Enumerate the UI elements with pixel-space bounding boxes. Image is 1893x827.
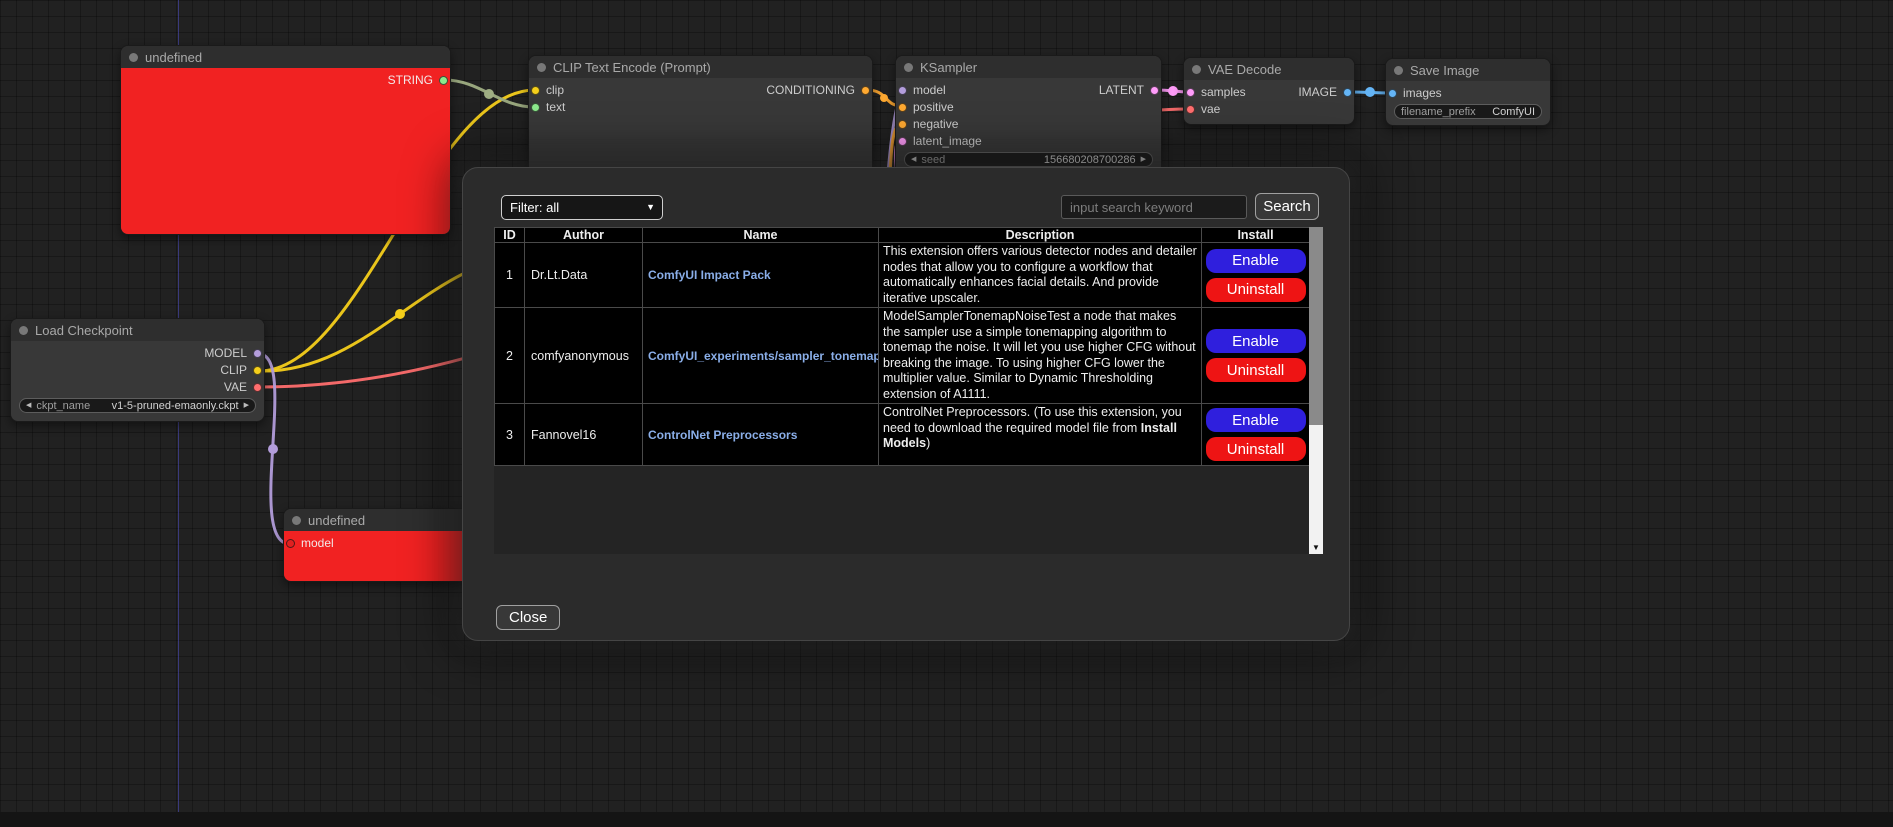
col-header-description: Description xyxy=(879,228,1202,243)
widget-arrow-right-icon[interactable]: ▶ xyxy=(244,398,249,413)
input-port-latent-image[interactable] xyxy=(898,137,907,146)
node-title: VAE Decode xyxy=(1208,62,1281,77)
extension-id: 2 xyxy=(495,308,525,404)
search-input[interactable] xyxy=(1061,195,1247,219)
enable-button[interactable]: Enable xyxy=(1206,329,1306,353)
input-port-samples[interactable] xyxy=(1186,88,1195,97)
output-port-vae[interactable] xyxy=(253,383,262,392)
widget-arrow-right-icon[interactable]: ▶ xyxy=(1141,152,1146,167)
link-dot xyxy=(1168,86,1178,96)
custom-nodes-dialog: Filter: all ▼ Search ID Author Name Desc… xyxy=(462,167,1350,641)
input-port-negative[interactable] xyxy=(898,120,907,129)
extension-row: 1 Dr.Lt.Data ComfyUI Impact Pack This ex… xyxy=(495,243,1310,308)
node-title: Save Image xyxy=(1410,63,1479,78)
col-header-id: ID xyxy=(495,228,525,243)
extension-row: 2 comfyanonymous ComfyUI_experiments/sam… xyxy=(495,308,1310,404)
scroll-down-icon[interactable]: ▼ xyxy=(1309,542,1323,554)
output-port-clip[interactable] xyxy=(253,366,262,375)
search-button[interactable]: Search xyxy=(1255,193,1319,220)
node-vae-decode[interactable]: VAE Decode samples IMAGE vae xyxy=(1183,57,1355,125)
table-header-row: ID Author Name Description Install xyxy=(495,228,1310,243)
uninstall-button[interactable]: Uninstall xyxy=(1206,358,1306,382)
input-port-vae[interactable] xyxy=(1186,105,1195,114)
output-port-model[interactable] xyxy=(253,349,262,358)
col-header-install: Install xyxy=(1202,228,1310,243)
node-title: KSampler xyxy=(920,60,977,75)
node-load-checkpoint[interactable]: Load Checkpoint MODEL CLIP VAE ◀ ckpt_na… xyxy=(10,318,265,422)
col-header-author: Author xyxy=(525,228,643,243)
input-port-model[interactable] xyxy=(898,86,907,95)
node-status-dot xyxy=(904,63,913,72)
extension-link[interactable]: ControlNet Preprocessors xyxy=(648,428,797,442)
table-scrollbar[interactable]: ▼ xyxy=(1309,227,1323,554)
input-port-text[interactable] xyxy=(531,103,540,112)
extension-description: ModelSamplerTonemapNoiseTest a node that… xyxy=(879,308,1202,404)
uninstall-button[interactable]: Uninstall xyxy=(1206,437,1306,461)
node-title: undefined xyxy=(145,50,202,65)
enable-button[interactable]: Enable xyxy=(1206,408,1306,432)
input-port-images[interactable] xyxy=(1388,89,1397,98)
node-title: Load Checkpoint xyxy=(35,323,133,338)
filter-select[interactable]: Filter: all ▼ xyxy=(501,195,663,220)
extension-id: 1 xyxy=(495,243,525,308)
output-port-conditioning[interactable] xyxy=(861,86,870,95)
link-dot xyxy=(484,89,494,99)
output-port-latent[interactable] xyxy=(1150,86,1159,95)
output-label: STRING xyxy=(388,73,433,87)
close-button[interactable]: Close xyxy=(496,605,560,630)
node-undefined-top[interactable]: undefined STRING xyxy=(120,45,451,235)
extension-author: Dr.Lt.Data xyxy=(525,243,643,308)
link-dot xyxy=(880,94,888,102)
extension-description: ControlNet Preprocessors. (To use this e… xyxy=(879,404,1202,466)
node-status-dot xyxy=(292,516,301,525)
node-status-dot xyxy=(129,53,138,62)
ckpt-name-widget[interactable]: ◀ ckpt_name v1-5-pruned-emaonly.ckpt ▶ xyxy=(19,398,256,413)
link-dot xyxy=(1365,87,1375,97)
extension-link[interactable]: ComfyUI_experiments/sampler_tonemap xyxy=(648,349,879,363)
scrollbar-thumb[interactable] xyxy=(1309,227,1323,425)
extension-id: 3 xyxy=(495,404,525,466)
widget-arrow-left-icon[interactable]: ◀ xyxy=(26,398,31,413)
link-dot xyxy=(268,444,278,454)
link-dot xyxy=(395,309,405,319)
node-status-dot xyxy=(1394,66,1403,75)
filter-dropdown[interactable]: Filter: all xyxy=(501,195,663,220)
node-status-dot xyxy=(537,63,546,72)
input-port-clip[interactable] xyxy=(531,86,540,95)
extension-description: This extension offers various detector n… xyxy=(879,243,1202,308)
col-header-name: Name xyxy=(643,228,879,243)
seed-widget[interactable]: ◀ seed 156680208700286 ▶ xyxy=(904,152,1153,167)
output-port-string[interactable] xyxy=(439,76,448,85)
uninstall-button[interactable]: Uninstall xyxy=(1206,278,1306,302)
extension-link[interactable]: ComfyUI Impact Pack xyxy=(648,268,771,282)
filename-prefix-widget[interactable]: filename_prefix ComfyUI xyxy=(1394,104,1542,119)
extension-author: comfyanonymous xyxy=(525,308,643,404)
input-port-positive[interactable] xyxy=(898,103,907,112)
node-status-dot xyxy=(19,326,28,335)
widget-arrow-left-icon[interactable]: ◀ xyxy=(911,152,916,167)
node-status-dot xyxy=(1192,65,1201,74)
extension-author: Fannovel16 xyxy=(525,404,643,466)
node-save-image[interactable]: Save Image images filename_prefix ComfyU… xyxy=(1385,58,1551,126)
extension-row: 3 Fannovel16 ControlNet Preprocessors Co… xyxy=(495,404,1310,466)
extensions-table: ID Author Name Description Install 1 Dr.… xyxy=(494,227,1323,554)
input-port-model[interactable] xyxy=(286,539,295,548)
enable-button[interactable]: Enable xyxy=(1206,249,1306,273)
node-title: undefined xyxy=(308,513,365,528)
output-port-image[interactable] xyxy=(1343,88,1352,97)
node-title: CLIP Text Encode (Prompt) xyxy=(553,60,711,75)
